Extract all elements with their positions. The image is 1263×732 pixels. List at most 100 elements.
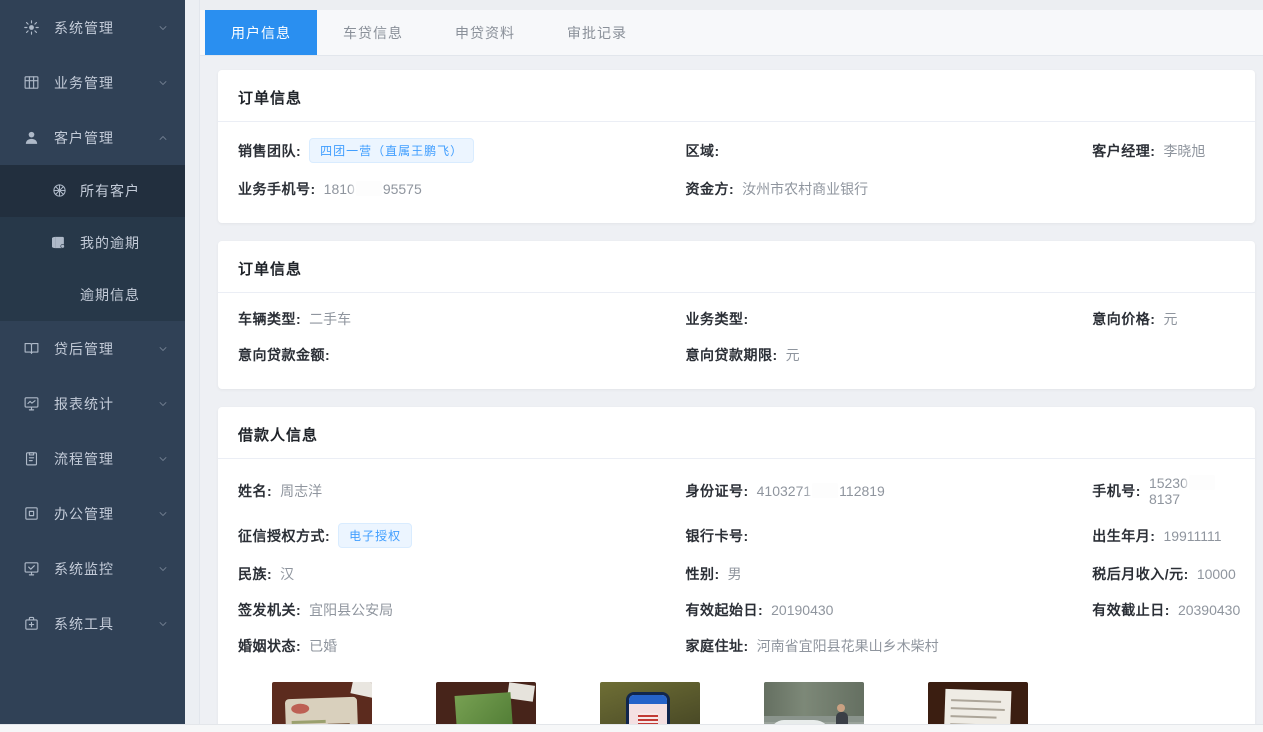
field: 手机号: 152308137	[1092, 467, 1255, 515]
field-label: 签发机关:	[238, 600, 301, 620]
field-label: 车辆类型:	[238, 309, 301, 329]
sidebar-item-4[interactable]: 报表统计	[0, 376, 185, 431]
photo-gallery: 身份证驾驶证原件授权信息人车合影其他材料	[238, 664, 1255, 732]
card-title: 订单信息	[218, 70, 1255, 122]
field-label: 有效截止日:	[1092, 600, 1170, 620]
field-row: 车辆类型: 二手车 业务类型:意向价格: 元	[238, 301, 1255, 337]
sidebar-submenu: 所有客户我的逾期逾期信息	[0, 165, 185, 321]
field-value: 汉	[280, 564, 294, 584]
tab-1[interactable]: 车贷信息	[317, 10, 429, 55]
sidebar-item-0[interactable]: 系统管理	[0, 0, 185, 55]
field-value: 宜阳县公安局	[309, 600, 393, 620]
tab-3[interactable]: 审批记录	[541, 10, 653, 55]
field-row: 意向贷款金额:意向贷款期限:元	[238, 337, 1255, 373]
chevron-down-icon	[157, 563, 169, 575]
sidebar-item-label: 流程管理	[54, 449, 157, 469]
card-1: 订单信息车辆类型:二手车业务类型:意向价格:元意向贷款金额:意向贷款期限:元	[218, 241, 1255, 389]
field-value: 二手车	[309, 309, 351, 329]
sidebar-subitem-2-0[interactable]: 所有客户	[0, 165, 185, 217]
field: 有效起始日:20190430	[685, 592, 1092, 628]
tool-box-icon	[22, 615, 40, 633]
value-prefix: 4103271	[757, 483, 812, 499]
field-label: 意向贷款金额:	[238, 345, 330, 365]
field-label: 意向贷款期限:	[685, 345, 777, 365]
chevron-down-icon	[157, 398, 169, 410]
field-label: 征信授权方式:	[238, 526, 330, 546]
sidebar-item-label: 系统监控	[54, 559, 157, 579]
app-root: { "colors": { "sidebar_bg": "#304156", "…	[0, 0, 1263, 732]
field-value: 李晓旭	[1163, 141, 1205, 161]
box-icon	[22, 505, 40, 523]
sidebar: 系统管理业务管理客户管理所有客户我的逾期逾期信息贷后管理报表统计流程管理办公管理…	[0, 0, 185, 724]
card-body: 车辆类型: 二手车 业务类型:意向价格: 元意向贷款金额: 意向贷款期限: 元	[218, 293, 1255, 389]
field-value: 周志洋	[280, 481, 322, 501]
sidebar-item-label: 业务管理	[54, 73, 157, 93]
sidebar-item-7[interactable]: 系统监控	[0, 541, 185, 596]
field-value: 元	[1163, 309, 1177, 329]
field: 民族:汉	[238, 556, 685, 592]
field-value: 20190430	[771, 602, 833, 618]
field: 签发机关: 宜阳县公安局	[238, 592, 685, 628]
field: 客户经理:李晓旭	[1092, 130, 1255, 171]
field-row: 征信授权方式:电子授权银行卡号:出生年月:19911111	[238, 515, 1255, 556]
tab-0[interactable]: 用户信息	[205, 10, 317, 55]
sidebar-item-5[interactable]: 流程管理	[0, 431, 185, 486]
field: 区域:	[685, 130, 1092, 171]
field-tag[interactable]: 四团一营（直属王鹏飞）	[309, 138, 474, 163]
card-2: 借款人信息姓名: 周志洋 身份证号: 4103271 112819 手机号: 1523081…	[218, 407, 1255, 732]
value-suffix: 95575	[383, 181, 422, 197]
field-value: 河南省宜阳县花果山乡木柴村	[757, 636, 939, 656]
gear-icon	[22, 19, 40, 37]
field-label: 销售团队:	[238, 141, 301, 161]
card-title: 借款人信息	[218, 407, 1255, 459]
redaction-blur	[1189, 475, 1215, 490]
field-empty	[1092, 337, 1255, 373]
field-row: 姓名: 周志洋 身份证号: 4103271 112819 手机号: 152308137	[238, 467, 1255, 515]
field-tag[interactable]: 电子授权	[338, 523, 412, 548]
monitor-icon	[22, 395, 40, 413]
sidebar-subitem-label: 所有客户	[80, 181, 140, 201]
sidebar-subitem-2-2[interactable]: 逾期信息	[0, 269, 185, 321]
field-label: 姓名:	[238, 481, 272, 501]
field-label: 婚姻状态:	[238, 636, 301, 656]
field-label: 手机号:	[1092, 481, 1141, 501]
field-label: 身份证号:	[685, 481, 748, 501]
horizontal-scrollbar[interactable]	[0, 724, 1263, 732]
sidebar-subitem-label: 我的逾期	[80, 233, 140, 253]
field-value: 已婚	[309, 636, 337, 656]
field: 出生年月:19911111	[1092, 515, 1255, 556]
card-0: 订单信息销售团队:四团一营（直属王鹏飞）区域:客户经理:李晓旭业务手机号:181…	[218, 70, 1255, 223]
field-row: 民族:汉性别:男税后月收入/元:10000	[238, 556, 1255, 592]
chevron-down-icon	[157, 343, 169, 355]
field-row: 婚姻状态: 已婚 家庭住址: 河南省宜阳县花果山乡木柴村	[238, 628, 1255, 664]
field-label: 家庭住址:	[685, 636, 748, 656]
field: 征信授权方式: 电子授权	[238, 515, 685, 556]
field-empty	[1092, 171, 1255, 207]
sidebar-item-8[interactable]: 系统工具	[0, 596, 185, 651]
value-suffix: 112819	[839, 483, 885, 499]
cards-container: 订单信息销售团队:四团一营（直属王鹏飞）区域:客户经理:李晓旭业务手机号:181…	[200, 56, 1263, 732]
field-value-redacted: 181095575	[324, 181, 422, 197]
sidebar-item-6[interactable]: 办公管理	[0, 486, 185, 541]
sidebar-item-3[interactable]: 贷后管理	[0, 321, 185, 376]
wheel-icon	[52, 183, 68, 199]
sidebar-item-label: 客户管理	[54, 128, 157, 148]
field-value: 20390430	[1178, 602, 1240, 618]
field: 业务类型:	[685, 301, 1092, 337]
field-value: 10000	[1197, 566, 1236, 582]
chevron-down-icon	[157, 508, 169, 520]
top-strip	[200, 0, 1263, 10]
sidebar-item-1[interactable]: 业务管理	[0, 55, 185, 110]
sidebar-item-label: 系统工具	[54, 614, 157, 634]
field-label: 意向价格:	[1092, 309, 1155, 329]
field-value: 男	[728, 564, 742, 584]
book-icon	[52, 235, 68, 251]
field: 身份证号: 4103271 112819	[685, 467, 1092, 515]
sidebar-item-2[interactable]: 客户管理	[0, 110, 185, 165]
tab-2[interactable]: 申贷资料	[429, 10, 541, 55]
field-value-redacted: 152308137	[1149, 475, 1245, 507]
sidebar-scroll-gutter[interactable]	[185, 0, 200, 732]
sidebar-subitem-2-1[interactable]: 我的逾期	[0, 217, 185, 269]
sidebar-item-label: 办公管理	[54, 504, 157, 524]
field-label: 资金方:	[685, 179, 734, 199]
